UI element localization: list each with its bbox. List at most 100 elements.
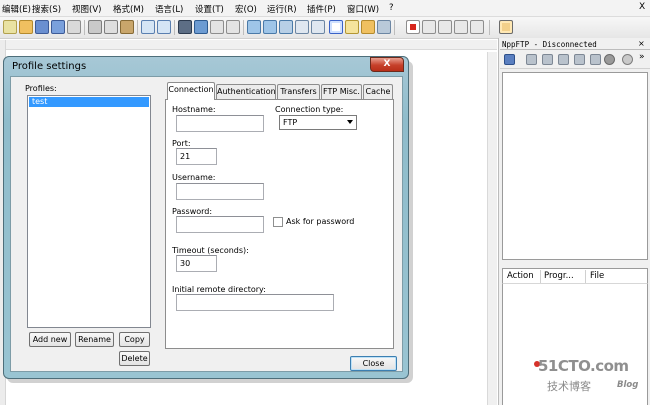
delete-button[interactable]: Delete	[119, 351, 150, 366]
menu-search[interactable]: 搜索(S)	[32, 3, 61, 15]
menu-run[interactable]: 运行(R)	[267, 3, 297, 15]
cut-icon[interactable]	[88, 20, 102, 34]
menu-macro[interactable]: 宏(O)	[235, 3, 257, 15]
password-label: Password:	[172, 207, 213, 216]
menu-format[interactable]: 格式(M)	[113, 3, 144, 15]
macro-play-icon[interactable]	[438, 20, 452, 34]
macro-play-multi-icon[interactable]	[454, 20, 468, 34]
close-button[interactable]: Close	[350, 356, 397, 371]
timeout-input[interactable]: 30	[176, 255, 217, 272]
lang-icon[interactable]	[329, 20, 343, 34]
watermark-tagline: 技术博客	[547, 380, 591, 393]
new-file-icon[interactable]	[3, 20, 17, 34]
all-chars-icon[interactable]	[295, 20, 309, 34]
menu-edit[interactable]: 编辑(E)	[2, 3, 31, 15]
ask-password-checkbox[interactable]	[273, 217, 283, 227]
column-divider[interactable]	[585, 270, 586, 283]
hostname-input[interactable]	[176, 115, 264, 132]
menu-view[interactable]: 视图(V)	[72, 3, 101, 15]
sync-h-icon[interactable]	[263, 20, 277, 34]
refresh-icon[interactable]	[574, 54, 585, 65]
menu-window[interactable]: 窗口(W)	[347, 3, 379, 15]
watermark-site: 51CTO.com	[538, 357, 629, 375]
macro-record-icon[interactable]	[406, 20, 420, 34]
menu-help[interactable]: ?	[389, 3, 394, 13]
open-file-icon[interactable]	[19, 20, 33, 34]
nppftp-title: NppFTP - Disconnected	[500, 39, 650, 50]
replace-icon[interactable]	[194, 20, 208, 34]
close-document-icon[interactable]: X	[639, 2, 645, 12]
queue-col-file[interactable]: File	[590, 271, 604, 281]
folder-workspace-icon[interactable]	[377, 20, 391, 34]
dialog-close-button[interactable]: X	[370, 57, 404, 72]
menu-plugins[interactable]: 插件(P)	[307, 3, 336, 15]
nppftp-toolbar: »	[500, 51, 650, 69]
zoom-out-icon[interactable]	[226, 20, 240, 34]
toolbar-separator	[489, 20, 490, 35]
print-icon[interactable]	[67, 20, 81, 34]
password-input[interactable]	[176, 216, 264, 233]
rename-button[interactable]: Rename	[75, 332, 114, 347]
zoom-in-icon[interactable]	[210, 20, 224, 34]
port-input[interactable]: 21	[176, 148, 217, 165]
settings-gear-icon[interactable]	[622, 54, 633, 65]
port-label: Port:	[172, 139, 191, 148]
tab-transfers[interactable]: Transfers	[277, 84, 320, 99]
download-icon[interactable]	[542, 54, 553, 65]
menu-settings[interactable]: 设置(T)	[195, 3, 224, 15]
profiles-list[interactable]	[27, 95, 151, 328]
main-toolbar	[0, 17, 650, 39]
copy-button[interactable]: Copy	[119, 332, 150, 347]
queue-col-action[interactable]: Action	[507, 271, 534, 281]
username-label: Username:	[172, 173, 216, 182]
add-new-button[interactable]: Add new	[29, 332, 71, 347]
indent-guide-icon[interactable]	[311, 20, 325, 34]
tab-cache[interactable]: Cache	[363, 84, 393, 99]
remote-file-tree[interactable]	[502, 72, 648, 260]
toolbar-separator	[137, 20, 138, 35]
initial-dir-label: Initial remote directory:	[172, 285, 266, 294]
nppftp-icon[interactable]	[499, 20, 513, 34]
profile-item-selected[interactable]: test	[29, 97, 149, 107]
wrap-icon[interactable]	[279, 20, 293, 34]
disconnect-icon[interactable]	[526, 54, 537, 65]
ask-password-label[interactable]: Ask for password	[286, 217, 354, 226]
queue-header: Action Progr... File	[502, 268, 648, 284]
timeout-label: Timeout (seconds):	[172, 246, 249, 255]
toolbar-separator	[394, 20, 395, 35]
menu-language[interactable]: 语言(L)	[155, 3, 183, 15]
column-divider[interactable]	[540, 270, 541, 283]
editor-scrollbar[interactable]	[487, 52, 497, 405]
paste-icon[interactable]	[120, 20, 134, 34]
hostname-label: Hostname:	[172, 105, 216, 114]
tab-ftp-misc[interactable]: FTP Misc.	[321, 84, 362, 99]
queue-col-progress[interactable]: Progr...	[544, 271, 574, 281]
sync-v-icon[interactable]	[247, 20, 261, 34]
macro-save-icon[interactable]	[470, 20, 484, 34]
connection-type-value: FTP	[283, 118, 298, 127]
copy-icon[interactable]	[104, 20, 118, 34]
tab-authentication[interactable]: Authentication	[216, 84, 276, 99]
toolbar-separator	[243, 20, 244, 35]
initial-dir-input[interactable]	[176, 294, 334, 311]
save-all-icon[interactable]	[51, 20, 65, 34]
dialog-title: Profile settings	[12, 61, 87, 72]
connect-icon[interactable]	[504, 54, 515, 65]
macro-stop-icon[interactable]	[422, 20, 436, 34]
tab-connection[interactable]: Connection	[167, 82, 215, 100]
nppftp-close-icon[interactable]: ×	[638, 39, 645, 48]
connection-type-select[interactable]: FTP	[279, 115, 357, 130]
stop-icon[interactable]	[604, 54, 615, 65]
watermark-blog: Blog	[617, 380, 639, 390]
function-list-icon[interactable]	[361, 20, 375, 34]
find-icon[interactable]	[178, 20, 192, 34]
undo-icon[interactable]	[141, 20, 155, 34]
doc-map-icon[interactable]	[345, 20, 359, 34]
redo-icon[interactable]	[157, 20, 171, 34]
upload-icon[interactable]	[558, 54, 569, 65]
connection-type-label: Connection type:	[275, 105, 344, 114]
abort-icon[interactable]	[590, 54, 601, 65]
username-input[interactable]	[176, 183, 264, 200]
save-icon[interactable]	[35, 20, 49, 34]
chevron-more-icon[interactable]: »	[639, 52, 645, 62]
